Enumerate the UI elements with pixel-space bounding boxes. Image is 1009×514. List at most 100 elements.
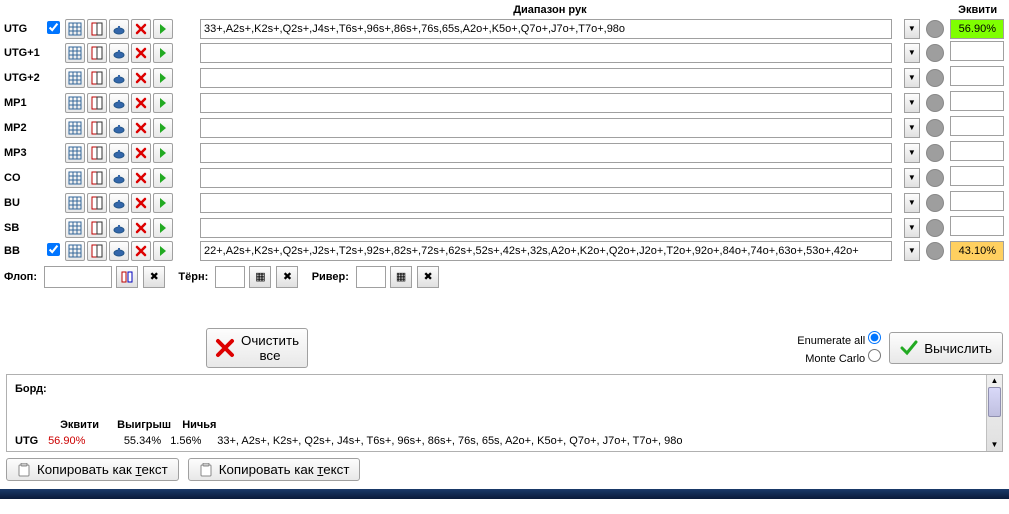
flop-clear-button[interactable]: ✖ (143, 266, 165, 288)
apply-button[interactable] (153, 168, 173, 188)
apply-button[interactable] (153, 118, 173, 138)
range-dropdown-button[interactable]: ▼ (904, 193, 920, 213)
apply-button[interactable] (153, 193, 173, 213)
hand-picker-button[interactable] (87, 143, 107, 163)
flop-picker-button[interactable] (116, 266, 138, 288)
range-dropdown-button[interactable]: ▼ (904, 143, 920, 163)
montecarlo-label[interactable]: Monte Carlo (805, 353, 881, 365)
range-grid-button[interactable] (65, 68, 85, 88)
montecarlo-radio[interactable] (868, 349, 881, 362)
clear-range-button[interactable] (131, 118, 151, 138)
copy-as-text-button-2[interactable]: Копировать как текст (188, 458, 361, 481)
weights-button[interactable] (109, 193, 129, 213)
range-grid-button[interactable] (65, 118, 85, 138)
river-clear-button[interactable]: ✖ (417, 266, 439, 288)
hand-picker-button[interactable] (87, 93, 107, 113)
clear-range-button[interactable] (131, 68, 151, 88)
apply-button[interactable] (153, 241, 173, 261)
apply-button[interactable] (153, 68, 173, 88)
clear-range-button[interactable] (131, 218, 151, 238)
weights-button[interactable] (109, 168, 129, 188)
range-grid-button[interactable] (65, 43, 85, 63)
weights-button[interactable] (109, 118, 129, 138)
range-dropdown-button[interactable]: ▼ (904, 218, 920, 238)
range-grid-button[interactable] (65, 241, 85, 261)
range-dropdown-button[interactable]: ▼ (904, 19, 920, 39)
apply-button[interactable] (153, 43, 173, 63)
enumerate-radio[interactable] (868, 331, 881, 344)
color-dot-button[interactable] (926, 242, 944, 260)
range-input[interactable] (200, 68, 892, 88)
clear-range-button[interactable] (131, 93, 151, 113)
range-input[interactable] (200, 143, 892, 163)
flop-input[interactable] (44, 266, 112, 288)
range-input[interactable] (200, 93, 892, 113)
range-dropdown-button[interactable]: ▼ (904, 168, 920, 188)
hand-picker-button[interactable] (87, 118, 107, 138)
hand-picker-button[interactable] (87, 43, 107, 63)
enable-checkbox[interactable] (47, 21, 60, 34)
range-input[interactable] (200, 19, 892, 39)
color-dot-button[interactable] (926, 169, 944, 187)
weights-button[interactable] (109, 43, 129, 63)
weights-button[interactable] (109, 68, 129, 88)
hand-picker-button[interactable] (87, 193, 107, 213)
color-dot-button[interactable] (926, 219, 944, 237)
clear-all-button[interactable]: Очиститьвсе (206, 328, 308, 368)
river-input[interactable] (356, 266, 386, 288)
enable-checkbox[interactable] (47, 243, 60, 256)
color-dot-button[interactable] (926, 69, 944, 87)
range-input[interactable] (200, 118, 892, 138)
apply-button[interactable] (153, 93, 173, 113)
enumerate-label[interactable]: Enumerate all (797, 335, 881, 347)
range-dropdown-button[interactable]: ▼ (904, 118, 920, 138)
range-grid-button[interactable] (65, 19, 85, 39)
apply-button[interactable] (153, 143, 173, 163)
apply-button[interactable] (153, 218, 173, 238)
hand-picker-button[interactable] (87, 241, 107, 261)
range-dropdown-button[interactable]: ▼ (904, 68, 920, 88)
color-dot-button[interactable] (926, 94, 944, 112)
range-grid-button[interactable] (65, 168, 85, 188)
color-dot-button[interactable] (926, 44, 944, 62)
turn-input[interactable] (215, 266, 245, 288)
range-dropdown-button[interactable]: ▼ (904, 43, 920, 63)
river-picker-button[interactable]: ▦ (390, 266, 412, 288)
calculate-button[interactable]: Вычислить (889, 332, 1003, 364)
hand-picker-button[interactable] (87, 19, 107, 39)
range-input[interactable] (200, 241, 892, 261)
clear-range-button[interactable] (131, 193, 151, 213)
weights-button[interactable] (109, 218, 129, 238)
weights-button[interactable] (109, 241, 129, 261)
hand-picker-button[interactable] (87, 168, 107, 188)
clear-range-button[interactable] (131, 43, 151, 63)
range-grid-button[interactable] (65, 93, 85, 113)
weights-button[interactable] (109, 143, 129, 163)
color-dot-button[interactable] (926, 20, 944, 38)
turn-clear-button[interactable]: ✖ (276, 266, 298, 288)
clear-range-button[interactable] (131, 143, 151, 163)
color-dot-button[interactable] (926, 194, 944, 212)
range-input[interactable] (200, 218, 892, 238)
apply-button[interactable] (153, 19, 173, 39)
range-grid-button[interactable] (65, 143, 85, 163)
clear-range-button[interactable] (131, 168, 151, 188)
turn-picker-button[interactable]: ▦ (249, 266, 271, 288)
range-grid-button[interactable] (65, 193, 85, 213)
clear-range-button[interactable] (131, 19, 151, 39)
hand-picker-button[interactable] (87, 218, 107, 238)
range-input[interactable] (200, 43, 892, 63)
results-scrollbar[interactable]: ▲ ▼ (986, 375, 1002, 451)
clear-range-button[interactable] (131, 241, 151, 261)
range-input[interactable] (200, 193, 892, 213)
range-dropdown-button[interactable]: ▼ (904, 241, 920, 261)
color-dot-button[interactable] (926, 144, 944, 162)
weights-button[interactable] (109, 93, 129, 113)
color-dot-button[interactable] (926, 119, 944, 137)
hand-picker-button[interactable] (87, 68, 107, 88)
weights-button[interactable] (109, 19, 129, 39)
range-grid-button[interactable] (65, 218, 85, 238)
copy-as-text-button-1[interactable]: Копировать как текст (6, 458, 179, 481)
range-input[interactable] (200, 168, 892, 188)
range-dropdown-button[interactable]: ▼ (904, 93, 920, 113)
